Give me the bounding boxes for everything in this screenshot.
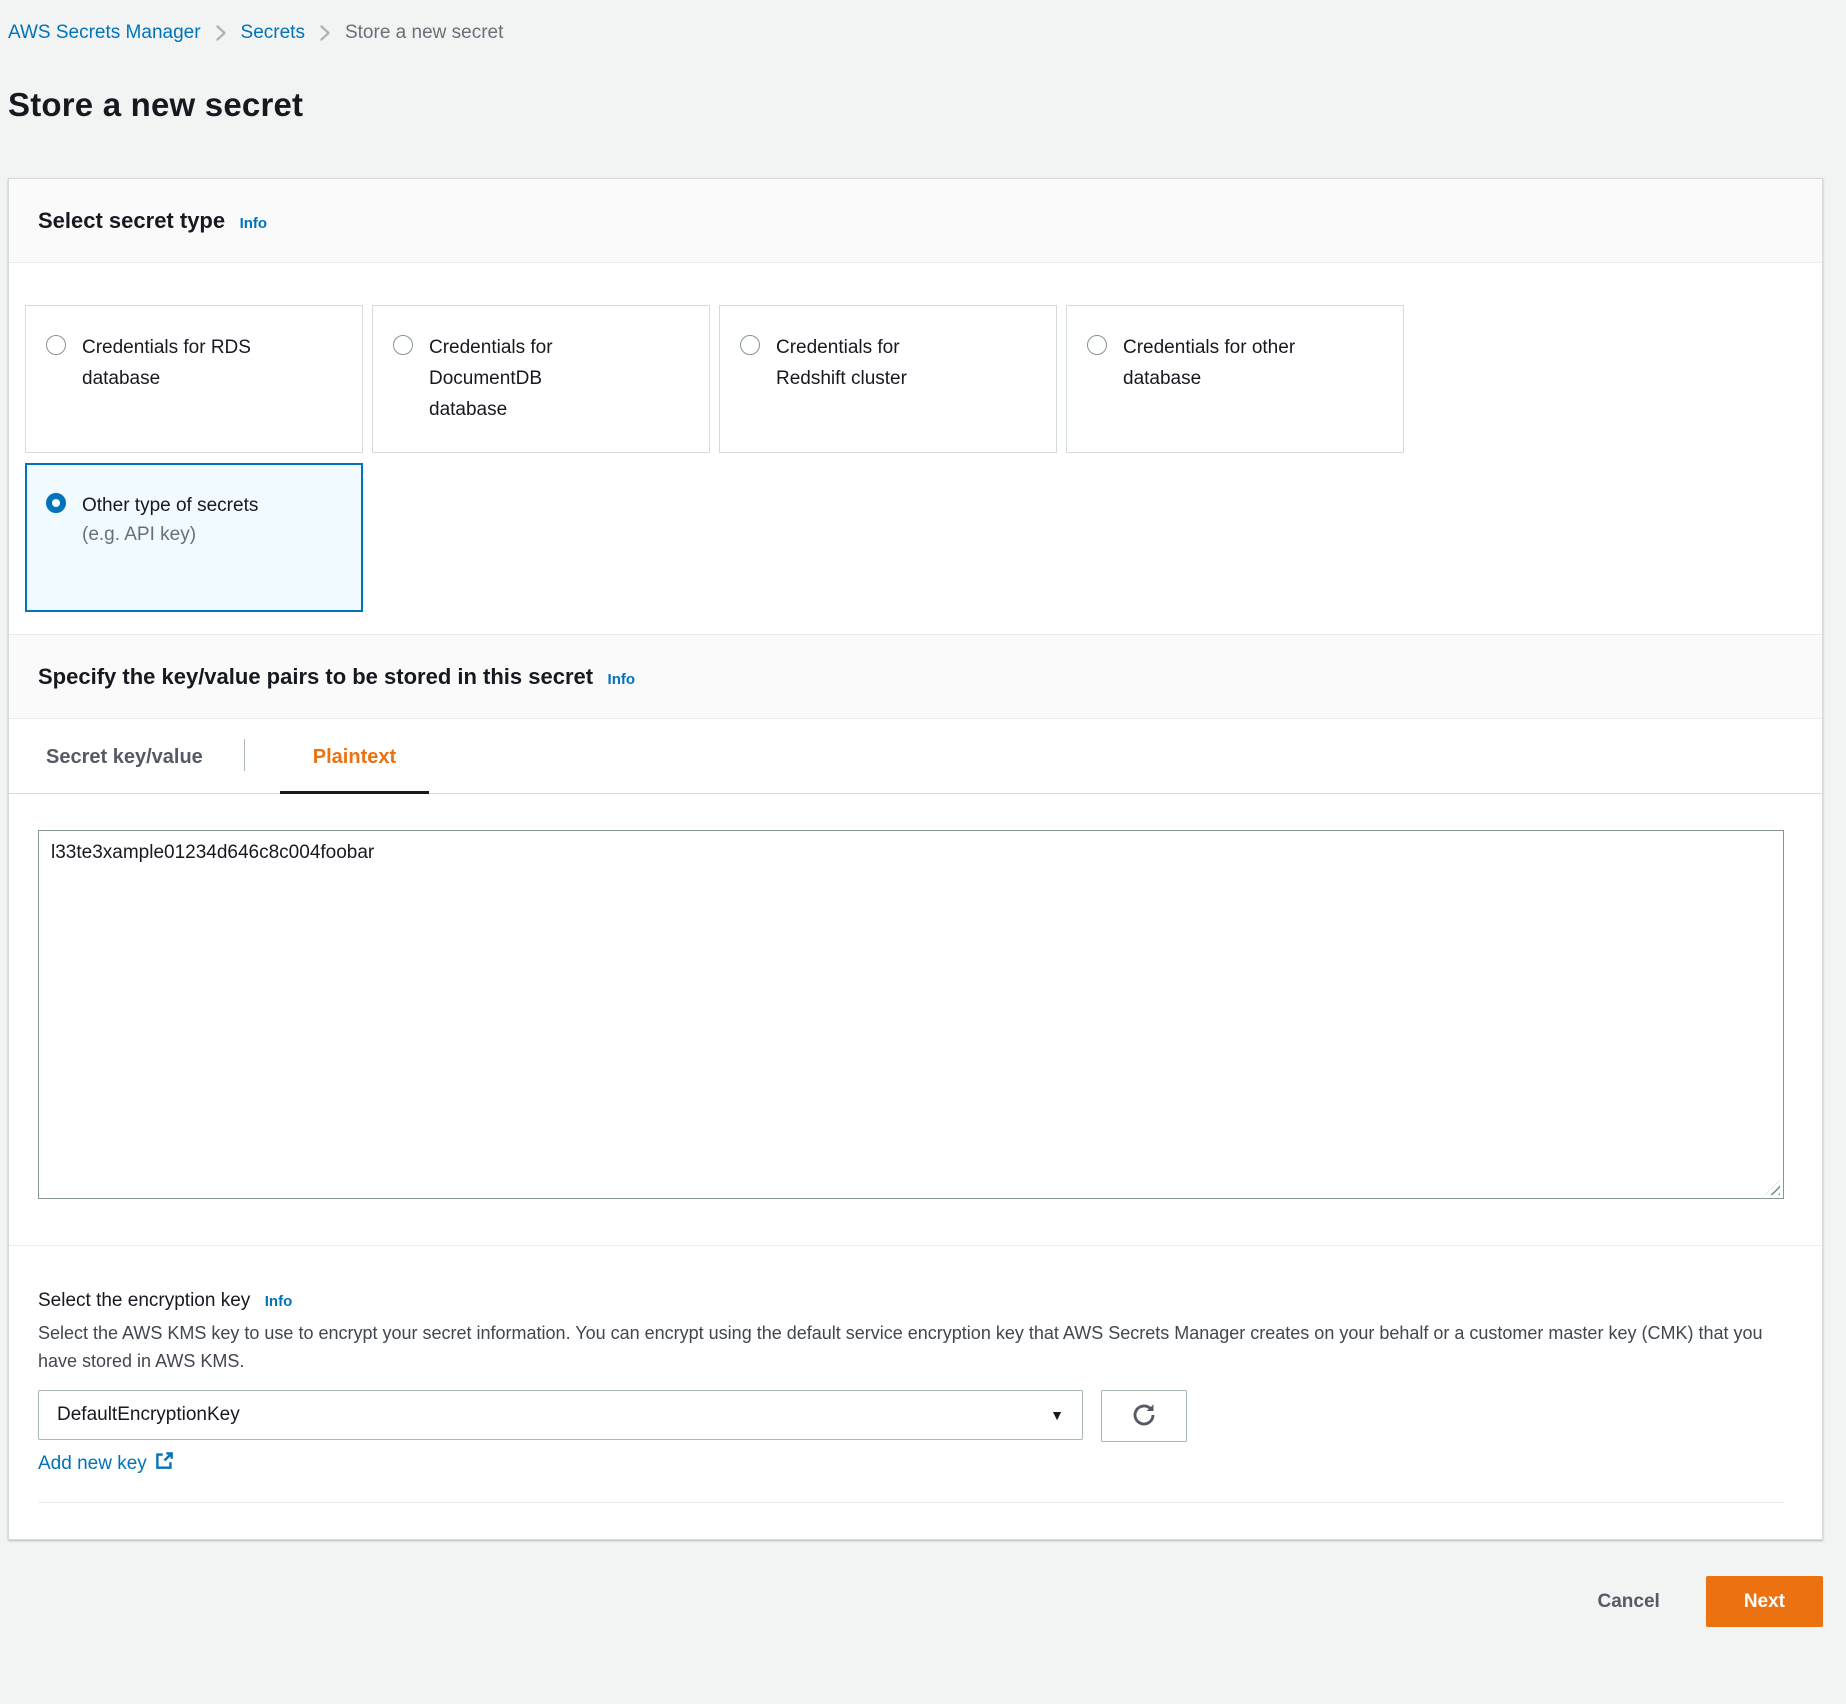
key-value-header: Specify the key/value pairs to be stored…: [9, 634, 1822, 719]
tab-divider: [244, 739, 245, 771]
radio-unselected-icon[interactable]: [740, 335, 760, 355]
secret-type-info-link[interactable]: Info: [240, 215, 268, 232]
select-secret-type-heading: Select secret type: [38, 208, 225, 233]
add-new-key-link[interactable]: Add new key: [38, 1451, 174, 1476]
refresh-keys-button[interactable]: [1101, 1390, 1187, 1442]
breadcrumb: AWS Secrets Manager Secrets Store a new …: [0, 0, 1846, 44]
radio-selected-icon[interactable]: [46, 493, 66, 513]
add-new-key-label: Add new key: [38, 1453, 147, 1475]
breadcrumb-secrets[interactable]: Secrets: [241, 22, 305, 44]
wizard-footer: Cancel Next: [0, 1576, 1823, 1627]
breadcrumb-aws-secrets-manager[interactable]: AWS Secrets Manager: [8, 22, 201, 44]
option-credentials-other-database[interactable]: Credentials for other database: [1066, 305, 1404, 453]
radio-unselected-icon[interactable]: [46, 335, 66, 355]
option-label: Credentials for RDS database: [82, 332, 251, 394]
option-label: Credentials for DocumentDB database: [429, 332, 553, 425]
option-label: Other type of secrets: [82, 495, 258, 516]
option-credentials-documentdb[interactable]: Credentials for DocumentDB database: [372, 305, 710, 453]
option-label: Credentials for Redshift cluster: [776, 332, 907, 394]
option-label: Credentials for other database: [1123, 332, 1295, 394]
encryption-key-label: Select the encryption key: [38, 1290, 250, 1311]
plaintext-secret-textarea[interactable]: l33te3xample01234d646c8c004foobar: [38, 830, 1784, 1199]
plaintext-editor-area: l33te3xample01234d646c8c004foobar: [9, 794, 1822, 1199]
key-value-tabs: Secret key/value Plaintext: [9, 719, 1822, 794]
encryption-key-select[interactable]: DefaultEncryptionKey ▼: [38, 1390, 1083, 1440]
page-title: Store a new secret: [8, 86, 1846, 124]
encryption-key-info-link[interactable]: Info: [265, 1293, 293, 1310]
option-credentials-redshift[interactable]: Credentials for Redshift cluster: [719, 305, 1057, 453]
encryption-key-selected-value: DefaultEncryptionKey: [57, 1404, 240, 1426]
tab-secret-key-value[interactable]: Secret key/value: [38, 719, 211, 793]
external-link-icon: [155, 1451, 174, 1476]
secret-type-row-1: Credentials for RDS database Credentials…: [25, 305, 1806, 453]
chevron-right-icon: [319, 24, 331, 42]
key-value-info-link[interactable]: Info: [608, 671, 636, 688]
cancel-button[interactable]: Cancel: [1598, 1591, 1660, 1613]
chevron-right-icon: [215, 24, 227, 42]
refresh-icon: [1129, 1400, 1159, 1433]
option-other-type-of-secrets[interactable]: Other type of secrets (e.g. API key): [25, 463, 363, 612]
encryption-key-section: Select the encryption key Info Select th…: [9, 1246, 1822, 1539]
key-value-heading: Specify the key/value pairs to be stored…: [38, 664, 593, 689]
next-button[interactable]: Next: [1706, 1576, 1823, 1627]
select-caret-icon: ▼: [1050, 1407, 1064, 1423]
radio-unselected-icon[interactable]: [1087, 335, 1107, 355]
option-credentials-rds[interactable]: Credentials for RDS database: [25, 305, 363, 453]
radio-unselected-icon[interactable]: [393, 335, 413, 355]
option-sublabel: (e.g. API key): [82, 524, 196, 545]
store-secret-panel: Select secret type Info Credentials for …: [8, 178, 1823, 1540]
tab-plaintext[interactable]: Plaintext: [280, 719, 429, 793]
breadcrumb-current: Store a new secret: [345, 22, 503, 44]
select-secret-type-header: Select secret type Info: [9, 179, 1822, 263]
encryption-key-description: Select the AWS KMS key to use to encrypt…: [38, 1319, 1783, 1375]
secret-type-options: Credentials for RDS database Credentials…: [9, 263, 1822, 634]
